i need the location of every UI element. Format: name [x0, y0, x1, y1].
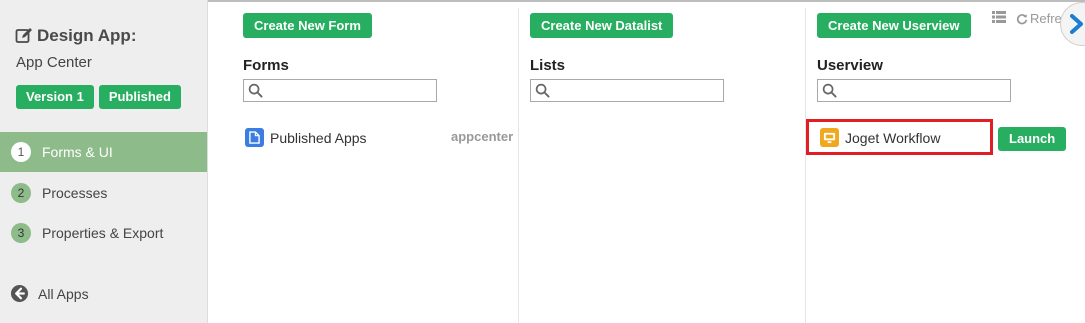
- step-label: Properties & Export: [42, 225, 164, 241]
- forms-title: Forms: [243, 57, 289, 74]
- list-view-icon[interactable]: [992, 11, 1006, 23]
- document-icon: [245, 128, 264, 147]
- form-item-label: Published Apps: [270, 129, 367, 146]
- search-icon: [535, 83, 550, 98]
- form-item-published-apps[interactable]: Published Apps: [245, 128, 367, 147]
- design-app-label: Design App:: [37, 26, 137, 45]
- search-icon: [248, 83, 263, 98]
- lists-title: Lists: [530, 57, 566, 74]
- column-divider: [518, 8, 519, 323]
- published-badge[interactable]: Published: [98, 85, 181, 109]
- edit-icon: [15, 28, 32, 43]
- step-number: 2: [11, 183, 31, 203]
- top-border: [208, 0, 1085, 2]
- design-app-title: Design App:: [15, 26, 136, 46]
- refresh-button[interactable]: Refre: [1016, 11, 1062, 26]
- arrow-left-circle-icon: [10, 284, 29, 303]
- chevron-right-icon: [1070, 14, 1083, 34]
- all-apps-link[interactable]: All Apps: [10, 284, 89, 303]
- step-label: Processes: [42, 185, 108, 201]
- step-number: 3: [11, 223, 31, 243]
- forms-search-input[interactable]: [243, 79, 437, 102]
- lists-search-input[interactable]: [530, 79, 724, 102]
- userview-search-input[interactable]: [817, 79, 1011, 102]
- refresh-label: Refre: [1030, 11, 1062, 26]
- step-properties-export[interactable]: 3 Properties & Export: [0, 213, 207, 253]
- highlight-box: [806, 119, 993, 155]
- app-name: App Center: [16, 54, 92, 71]
- launch-button[interactable]: Launch: [998, 127, 1067, 151]
- create-new-datalist-button[interactable]: Create New Datalist: [530, 13, 674, 38]
- sidebar: Design App: App Center Version 1 Publish…: [0, 0, 208, 323]
- step-number: 1: [11, 142, 31, 162]
- search-icon: [822, 83, 837, 98]
- refresh-icon: [1016, 13, 1028, 24]
- userview-title: Userview: [817, 57, 883, 74]
- column-divider: [805, 8, 806, 323]
- badge-group: Version 1 Published: [16, 85, 181, 109]
- create-new-form-button[interactable]: Create New Form: [243, 13, 372, 38]
- step-label: Forms & UI: [42, 144, 113, 160]
- panel-toggle-button[interactable]: [1060, 2, 1085, 46]
- step-forms-ui[interactable]: 1 Forms & UI: [0, 132, 207, 172]
- all-apps-label: All Apps: [38, 285, 89, 302]
- version-badge[interactable]: Version 1: [16, 85, 94, 109]
- form-item-app-id: appcenter: [451, 129, 514, 144]
- create-new-userview-button[interactable]: Create New Userview: [817, 13, 971, 38]
- step-processes[interactable]: 2 Processes: [0, 173, 207, 213]
